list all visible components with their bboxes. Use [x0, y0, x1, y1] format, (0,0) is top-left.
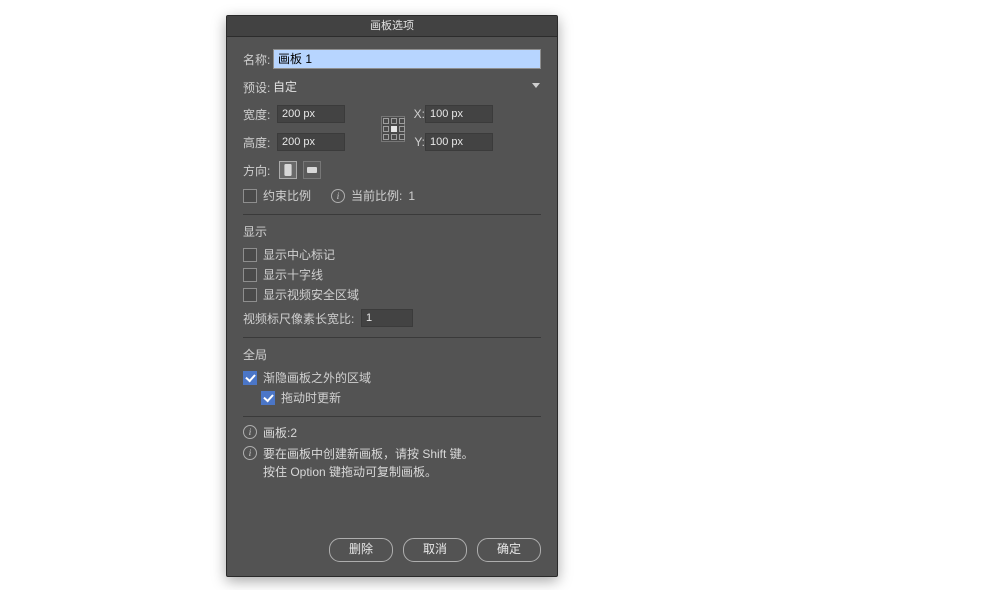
width-label: 宽度: — [243, 106, 277, 123]
orientation-portrait-button[interactable] — [279, 161, 297, 179]
preset-select[interactable]: 自定 — [273, 77, 541, 97]
dimensions-grid: 宽度: X: 高度: Y: — [243, 105, 541, 151]
pixel-aspect-label: 视频标尺像素长宽比: — [243, 310, 361, 327]
artboard-options-dialog: 画板选项 名称: 预设: 自定 宽度: — [226, 15, 558, 577]
constrain-row: 约束比例 i 当前比例: 1 — [243, 187, 541, 204]
divider — [243, 337, 541, 338]
video-safe-row: 显示视频安全区域 — [243, 286, 541, 303]
center-mark-checkbox[interactable] — [243, 248, 257, 262]
delete-button[interactable]: 删除 — [329, 538, 393, 562]
height-input[interactable] — [277, 133, 345, 151]
preset-label: 预设: — [243, 79, 273, 96]
preset-value: 自定 — [273, 77, 531, 97]
video-safe-label: 显示视频安全区域 — [263, 286, 359, 303]
crosshairs-checkbox[interactable] — [243, 268, 257, 282]
current-ratio-value: 1 — [408, 189, 415, 203]
height-label: 高度: — [243, 134, 277, 151]
ok-button[interactable]: 确定 — [477, 538, 541, 562]
y-input[interactable] — [425, 133, 493, 151]
info-icon: i — [243, 425, 257, 439]
pixel-aspect-row: 视频标尺像素长宽比: — [243, 309, 541, 327]
cancel-button[interactable]: 取消 — [403, 538, 467, 562]
divider — [243, 416, 541, 417]
crosshairs-row: 显示十字线 — [243, 266, 541, 283]
orientation-landscape-button[interactable] — [303, 161, 321, 179]
chevron-down-icon — [531, 82, 541, 92]
y-label: Y: — [409, 135, 425, 149]
fade-outside-checkbox[interactable] — [243, 371, 257, 385]
dialog-title: 画板选项 — [227, 16, 557, 37]
tip-line-2: 按住 Option 键拖动可复制画板。 — [263, 464, 474, 481]
update-on-drag-row: 拖动时更新 — [261, 389, 541, 406]
x-input[interactable] — [425, 105, 493, 123]
current-ratio-label: 当前比例: — [351, 187, 402, 204]
reference-point-picker[interactable] — [381, 116, 405, 140]
x-label: X: — [409, 107, 425, 121]
pixel-aspect-input[interactable] — [361, 309, 413, 327]
constrain-label: 约束比例 — [263, 187, 311, 204]
tip-row: i 要在画板中创建新画板，请按 Shift 键。 按住 Option 键拖动可复… — [243, 446, 541, 481]
center-mark-row: 显示中心标记 — [243, 246, 541, 263]
crosshairs-label: 显示十字线 — [263, 266, 323, 283]
center-mark-label: 显示中心标记 — [263, 246, 335, 263]
view-section-label: 显示 — [243, 223, 541, 240]
orientation-label: 方向: — [243, 162, 273, 179]
fade-outside-label: 渐隐画板之外的区域 — [263, 369, 371, 386]
global-section-label: 全局 — [243, 346, 541, 363]
update-on-drag-checkbox[interactable] — [261, 391, 275, 405]
artboards-count: 2 — [290, 426, 297, 440]
fade-outside-row: 渐隐画板之外的区域 — [243, 369, 541, 386]
update-on-drag-label: 拖动时更新 — [281, 389, 341, 406]
tip-line-1: 要在画板中创建新画板，请按 Shift 键。 — [263, 446, 474, 463]
divider — [243, 214, 541, 215]
orientation-row: 方向: — [243, 161, 541, 179]
video-safe-checkbox[interactable] — [243, 288, 257, 302]
info-icon: i — [243, 446, 257, 460]
landscape-icon — [307, 164, 317, 176]
portrait-icon — [283, 164, 293, 176]
dialog-buttons: 删除 取消 确定 — [329, 538, 541, 562]
preset-row: 预设: 自定 — [243, 77, 541, 97]
artboards-count-row: i 画板:2 — [243, 425, 541, 442]
info-icon: i — [331, 189, 345, 203]
constrain-checkbox[interactable] — [243, 189, 257, 203]
name-input[interactable] — [273, 49, 541, 69]
artboards-label: 画板: — [263, 426, 290, 440]
width-input[interactable] — [277, 105, 345, 123]
name-row: 名称: — [243, 49, 541, 69]
name-label: 名称: — [243, 51, 273, 68]
dialog-content: 名称: 预设: 自定 宽度: X: 高 — [227, 37, 557, 489]
